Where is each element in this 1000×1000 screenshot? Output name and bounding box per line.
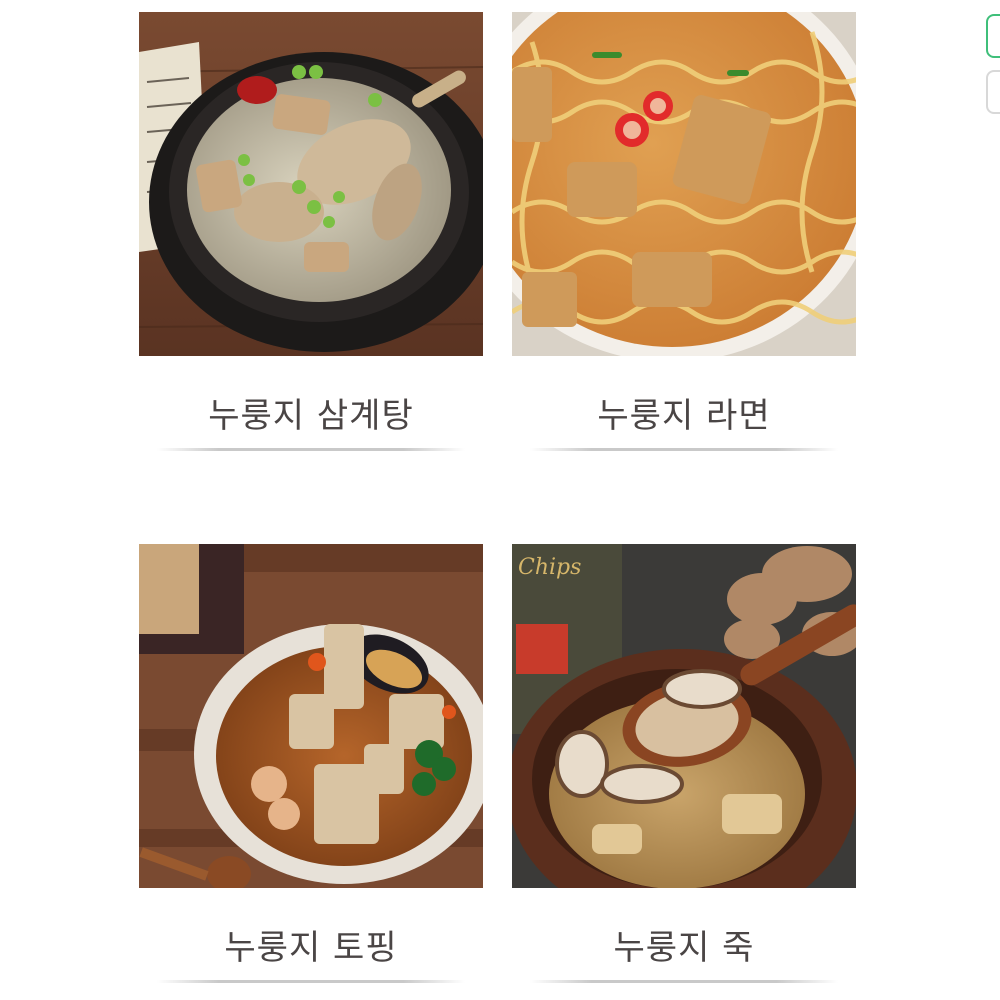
package-text: Chips xyxy=(518,555,581,580)
divider xyxy=(530,980,838,983)
recipe-card-samgyetang[interactable]: 누룽지 삼계탕 xyxy=(139,12,483,462)
samgyetang-photo[interactable] xyxy=(139,12,483,356)
recipe-gallery: 누룽지 삼계탕 누룽지 라면 누룽지 토핑 Chips 누룽지 죽 xyxy=(0,0,1000,1000)
floating-secondary-button[interactable] xyxy=(986,70,1000,114)
recipe-title[interactable]: 누룽지 죽 xyxy=(512,920,856,969)
recipe-card-porridge[interactable]: Chips 누룽지 죽 xyxy=(512,544,856,994)
topping-photo[interactable] xyxy=(139,544,483,888)
recipe-title[interactable]: 누룽지 토핑 xyxy=(139,920,483,969)
floating-action-button[interactable] xyxy=(986,14,1000,58)
ramen-photo[interactable] xyxy=(512,12,856,356)
porridge-photo[interactable]: Chips xyxy=(512,544,856,888)
recipe-card-ramen[interactable]: 누룽지 라면 xyxy=(512,12,856,462)
recipe-card-topping[interactable]: 누룽지 토핑 xyxy=(139,544,483,994)
recipe-title[interactable]: 누룽지 라면 xyxy=(512,388,856,437)
divider xyxy=(157,448,465,451)
recipe-title[interactable]: 누룽지 삼계탕 xyxy=(139,388,483,437)
divider xyxy=(157,980,465,983)
divider xyxy=(530,448,838,451)
